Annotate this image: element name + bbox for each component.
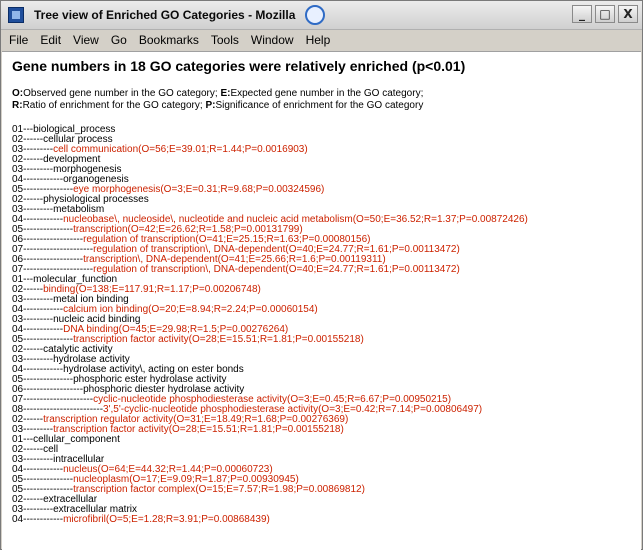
mozilla-app-icon[interactable]	[8, 7, 24, 23]
legend-text-e: Expected gene number in the GO category;	[230, 88, 424, 99]
menu-view[interactable]: View	[67, 33, 105, 47]
menu-window[interactable]: Window	[245, 33, 300, 47]
menu-tools[interactable]: Tools	[205, 33, 245, 47]
browser-window: Tree view of Enriched GO Categories - Mo…	[0, 0, 643, 550]
page-heading: Gene numbers in 18 GO categories were re…	[12, 58, 466, 74]
legend-key-r: R:	[12, 100, 23, 111]
tree-row-label: transcription factor complex(O=15;E=7.57…	[73, 484, 365, 495]
minimize-button[interactable]: _	[572, 5, 592, 23]
gnome-foot-icon	[305, 5, 326, 25]
legend-text-p: Significance of enrichment for the GO ca…	[215, 100, 424, 111]
legend-line-2: R:Ratio of enrichment for the GO categor…	[12, 100, 423, 112]
window-controls: _ □ X	[572, 5, 638, 23]
menu-bar: File Edit View Go Bookmarks Tools Window…	[1, 30, 642, 50]
legend-key-e: E:	[220, 88, 231, 99]
close-button[interactable]: X	[618, 5, 638, 23]
tree-row: 01---cellular_component	[12, 435, 528, 445]
menu-go[interactable]: Go	[105, 33, 133, 47]
window-title: Tree view of Enriched GO Categories - Mo…	[34, 8, 296, 22]
maximize-button[interactable]: □	[595, 5, 615, 23]
tree-row-label: microfibril(O=5;E=1.28;R=3.91;P=0.008684…	[63, 514, 270, 525]
legend-text-o: Observed gene number in the GO category;	[23, 88, 221, 99]
tree-row-label: transcription factor activity(O=28;E=15.…	[73, 334, 364, 345]
legend-key-p: P:	[205, 100, 216, 111]
go-tree: 01---biological_process 02------cellular …	[12, 125, 528, 525]
menu-edit[interactable]: Edit	[34, 33, 67, 47]
tree-row: 04------------microfibril(O=5;E=1.28;R=3…	[12, 515, 528, 525]
page-content[interactable]: Gene numbers in 18 GO categories were re…	[2, 51, 641, 550]
title-bar[interactable]: Tree view of Enriched GO Categories - Mo…	[1, 1, 642, 30]
menu-help[interactable]: Help	[300, 33, 337, 47]
legend-key-o: O:	[12, 88, 24, 99]
tree-row-prefix: 04------------	[12, 514, 64, 525]
legend: O:Observed gene number in the GO categor…	[12, 88, 423, 112]
menu-file[interactable]: File	[1, 33, 34, 47]
menu-bookmarks[interactable]: Bookmarks	[133, 33, 205, 47]
legend-text-r: Ratio of enrichment for the GO category;	[22, 100, 206, 111]
tree-row-label: regulation of transcription\, DNA-depend…	[93, 264, 460, 275]
legend-line-1: O:Observed gene number in the GO categor…	[12, 88, 423, 100]
